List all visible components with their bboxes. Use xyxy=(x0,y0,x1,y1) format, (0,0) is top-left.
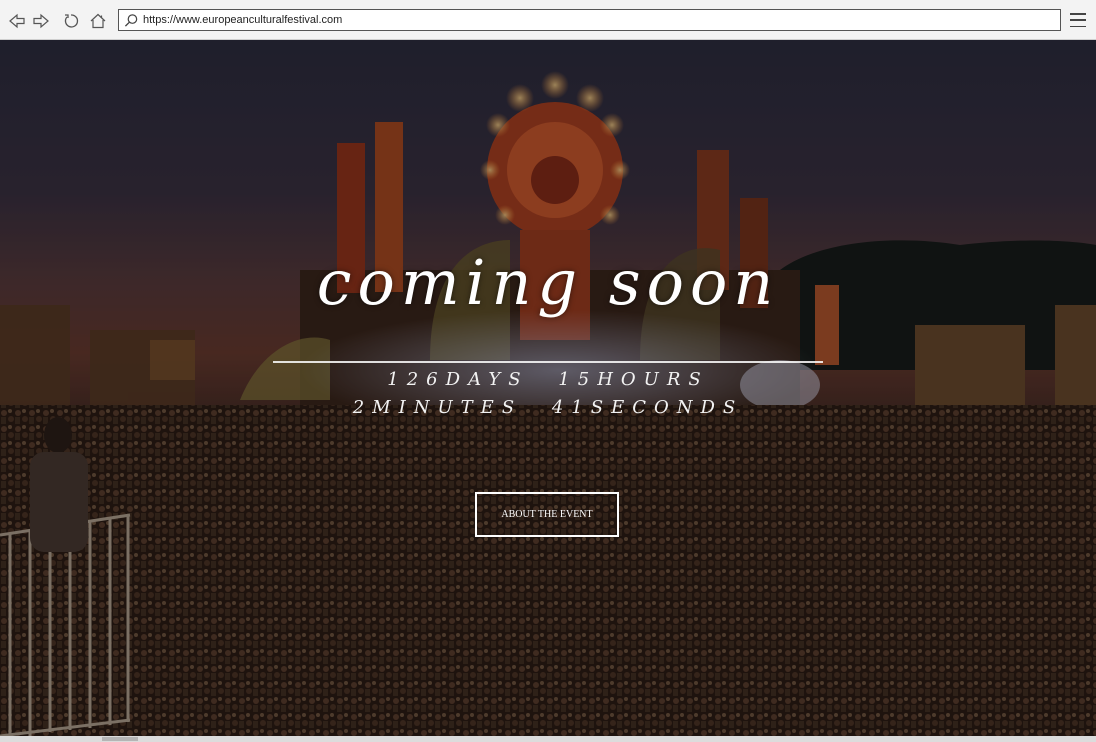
hero-section: coming soon 126DAYS 15HOURS 2MINUTES 41S… xyxy=(0,40,1096,736)
title-divider xyxy=(273,361,823,363)
countdown-hours: 15HOURS xyxy=(558,369,709,390)
browser-toolbar xyxy=(0,0,1096,40)
reload-icon[interactable] xyxy=(60,10,82,32)
horizontal-scrollbar[interactable] xyxy=(0,736,1096,742)
countdown-timer: 126DAYS 15HOURS 2MINUTES 41SECONDS xyxy=(280,366,816,422)
page-title: coming soon xyxy=(316,246,780,319)
menu-icon[interactable] xyxy=(1068,11,1088,29)
countdown-seconds: 41SECONDS xyxy=(551,397,744,418)
about-event-button[interactable]: ABOUT THE EVENT xyxy=(475,492,619,537)
forward-icon[interactable] xyxy=(30,10,52,32)
home-icon[interactable] xyxy=(87,10,109,32)
url-input[interactable] xyxy=(143,11,1043,29)
address-bar[interactable] xyxy=(118,9,1061,31)
scrollbar-thumb[interactable] xyxy=(102,737,138,741)
search-icon xyxy=(119,10,143,30)
back-icon[interactable] xyxy=(6,10,28,32)
countdown-days: 126DAYS xyxy=(387,369,529,390)
countdown-minutes: 2MINUTES xyxy=(352,397,523,418)
